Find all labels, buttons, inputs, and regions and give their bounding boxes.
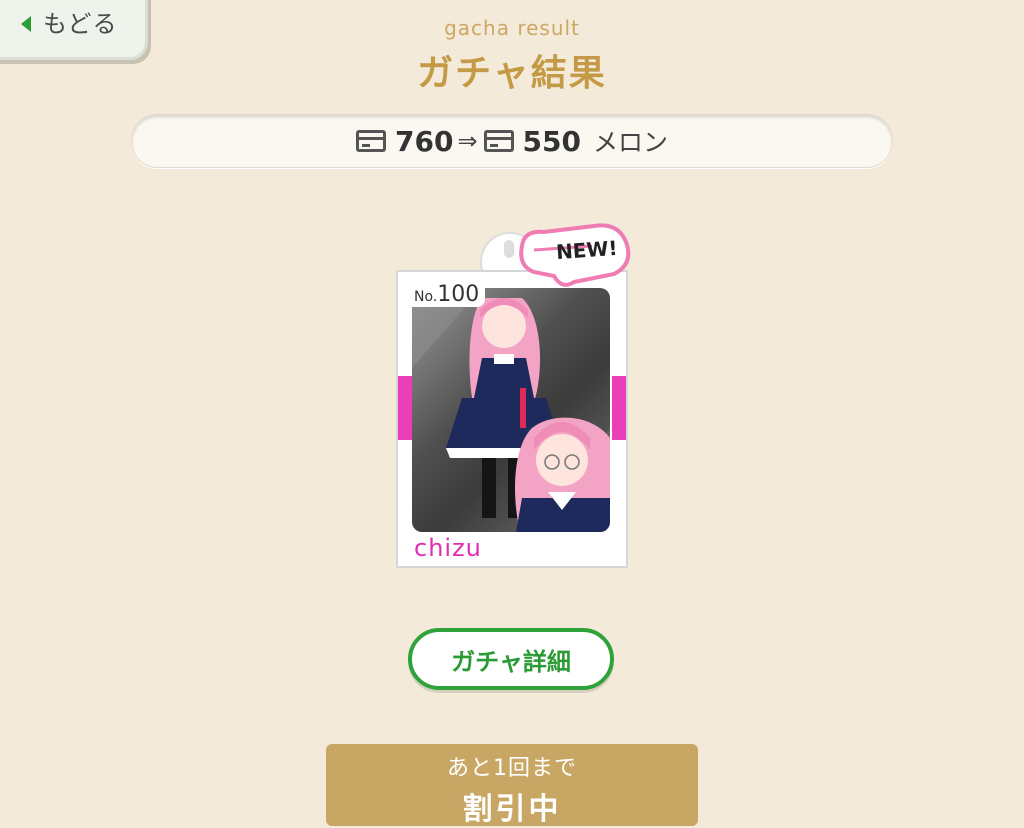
card-number-prefix: No. (414, 289, 438, 305)
card-number: No.100 (408, 282, 486, 307)
balance-arrow: ⇒ (457, 127, 478, 155)
currency-card-icon (483, 130, 514, 152)
character-name: chizu (414, 534, 482, 562)
page-subtitle: gacha result (444, 16, 580, 40)
card-frame: No.100 chizu (396, 270, 628, 568)
balance-before: 760 (394, 124, 454, 158)
discount-gacha-button[interactable]: あと1回まで 割引中 (326, 744, 698, 827)
balance-after: 550 (522, 124, 581, 158)
new-badge-label: NEW! (555, 235, 619, 265)
currency-balance: 760 ⇒ 550 メロン (131, 114, 893, 168)
card-side-band-left (398, 376, 412, 440)
new-badge: NEW! (514, 216, 636, 292)
currency-unit: メロン (593, 128, 669, 157)
page-title: ガチャ結果 (417, 53, 607, 94)
character-illustration (412, 288, 610, 532)
discount-status-label: 割引中 (462, 792, 562, 827)
card-side-band-right (612, 376, 626, 440)
card-number-value: 100 (437, 282, 480, 307)
gacha-detail-button[interactable]: ガチャ詳細 (408, 628, 614, 690)
character-art (412, 288, 610, 532)
discount-remaining-label: あと1回まで (447, 756, 577, 781)
result-card[interactable]: No.100 chizu NEW! (396, 223, 631, 572)
currency-card-icon (355, 130, 386, 152)
